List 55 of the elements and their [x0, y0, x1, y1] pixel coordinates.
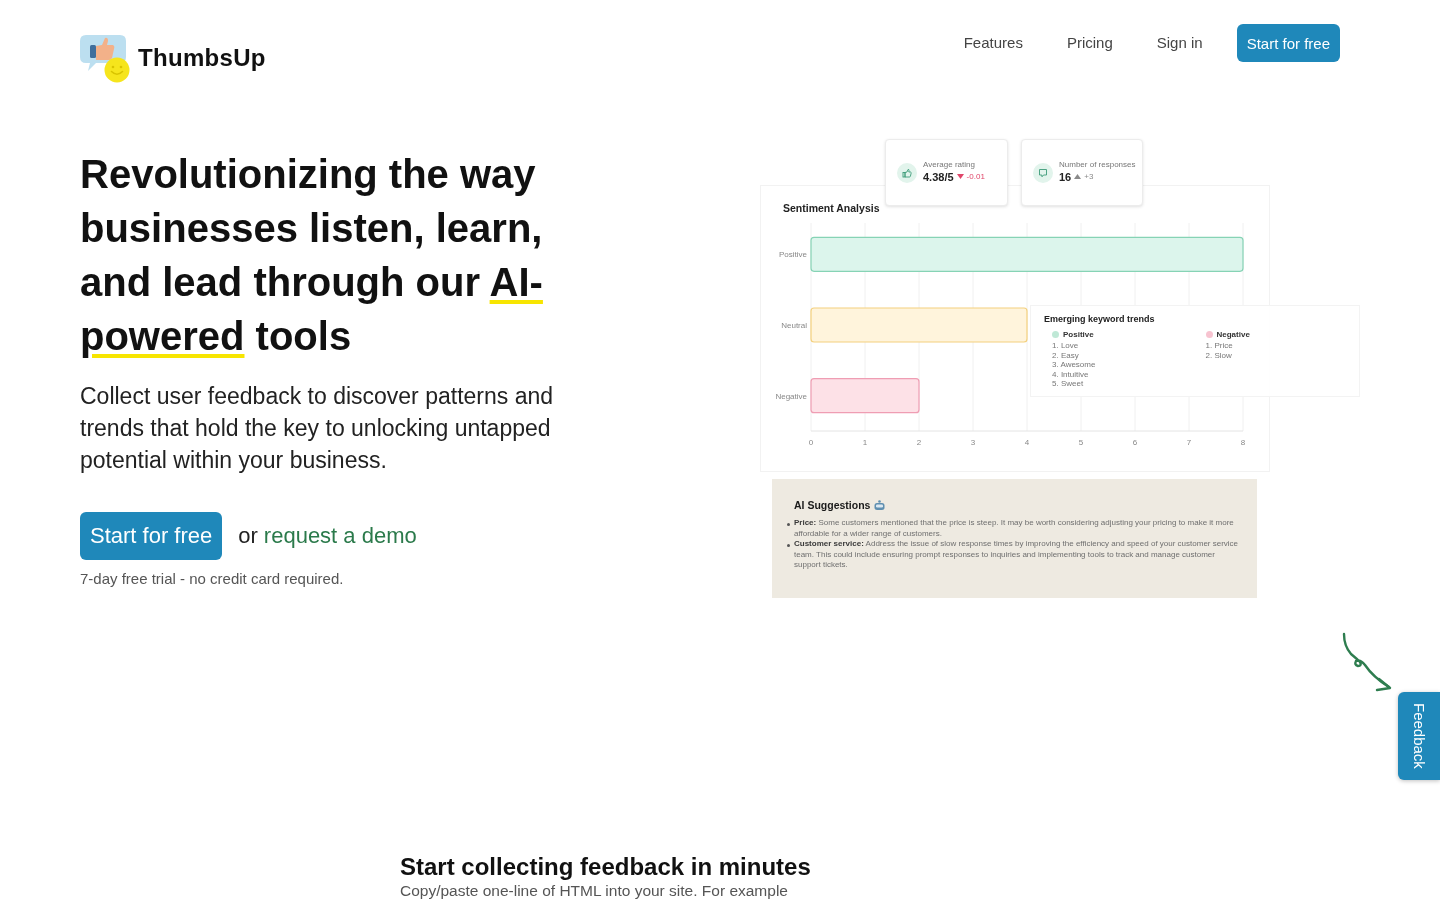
section-subtitle: Copy/paste one-line of HTML into your site. For example [400, 882, 788, 899]
hero-heading: Revolutionizing the way businesses listen, learn, and lead through our AI-powered tools [80, 151, 544, 360]
nav-link[interactable]: Pricing [1066, 24, 1113, 62]
keyword-item: 2. Slow [1205, 350, 1232, 360]
start-free-button[interactable]: Start for free [80, 512, 223, 560]
stat-value: 16 [1059, 170, 1072, 183]
tick-label: 2 [916, 438, 922, 447]
stat-change: +3 [1084, 172, 1094, 181]
tick-label: 1 [862, 438, 868, 447]
brand-name: ThumbsUp [138, 44, 266, 72]
curly-arrow-icon [1341, 632, 1393, 692]
stat-label: Average rating [923, 159, 976, 169]
nav-link[interactable]: Features [963, 24, 1023, 62]
sentiment-dot-icon [1052, 331, 1059, 338]
chat-bubble-icon [1033, 162, 1053, 183]
suggestion-text: Customer service: Address the issue of slow response times by improving the efficiency and speed of your customer service team. This could include ensuring prompt responses to inquiries and implementing tools to track and manage customer support tickets. [794, 539, 1240, 571]
tick-label: 7 [1186, 438, 1192, 447]
feedback-tab[interactable]: Feedback [1398, 692, 1440, 780]
keyword-group-label: Negative [1216, 330, 1250, 339]
keyword-trends-title: Emerging keyword trends [1044, 314, 1155, 324]
section-heading: Start collecting feedback in minutes [400, 852, 811, 882]
hero-description: Collect user feedback to discover patterns and trends that hold the key to unlocking untapped potential within your business. [80, 382, 555, 475]
start-free-button[interactable]: Start for free [1236, 24, 1340, 62]
keyword-item: 1. Price [1205, 341, 1233, 351]
or-text: or [238, 523, 258, 549]
request-demo-link[interactable]: request a demo [263, 523, 417, 549]
thumbs-up-icon [897, 162, 917, 183]
keyword-item: 5. Sweet [1052, 379, 1084, 389]
tick-label: 0 [808, 438, 814, 447]
sentiment-dot-icon [1205, 331, 1213, 338]
keyword-item: 2. Easy [1052, 350, 1079, 360]
tick-label: 3 [970, 438, 976, 447]
tick-label: 5 [1078, 438, 1084, 447]
robot-icon [874, 500, 886, 510]
trial-note: 7-day free trial - no credit card required. [80, 570, 344, 587]
suggestion-text: Price: Some customers mentioned that the price is steep. It may be worth considering adjusting your pricing to make it more affordable for a wider range of customers. [794, 518, 1235, 539]
tick-label: 4 [1024, 438, 1030, 447]
logo-icon [80, 33, 130, 83]
tick-label: 6 [1132, 438, 1138, 447]
bullet-icon [787, 522, 790, 526]
ai-suggestions-title: AI Suggestions [794, 499, 871, 511]
tick-label: 8 [1240, 438, 1246, 447]
category-label: Negative [775, 391, 807, 401]
chart-title: Sentiment Analysis [783, 202, 880, 214]
category-label: Neutral [781, 321, 807, 330]
stat-value: 4.38/5 [923, 170, 954, 183]
keyword-group-label: Positive [1063, 330, 1094, 339]
nav-link[interactable]: Sign in [1156, 24, 1203, 62]
bullet-icon [787, 543, 790, 547]
keyword-item: 3. Awesome [1052, 360, 1096, 370]
category-label: Positive [779, 250, 807, 260]
stat-change: -0.01 [966, 172, 985, 181]
stat-label: Number of responses [1059, 159, 1136, 169]
keyword-item: 4. Intuitive [1052, 369, 1089, 379]
keyword-item: 1. Love [1052, 341, 1079, 351]
